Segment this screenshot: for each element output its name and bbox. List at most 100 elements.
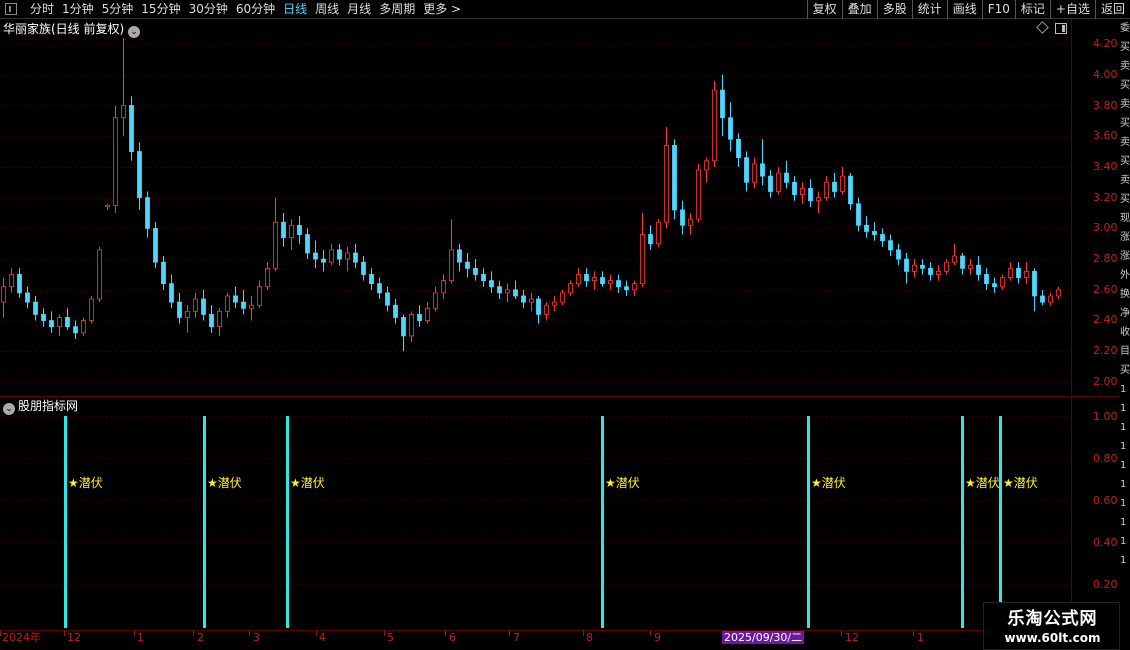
indicator-chart[interactable]	[0, 396, 1072, 630]
candle-body	[640, 234, 645, 285]
candle-body	[864, 224, 869, 232]
candle-body	[457, 249, 462, 263]
candle-body	[1032, 270, 1037, 297]
price-tick: 2.60	[1093, 283, 1118, 296]
quote-panel-char: 1	[1120, 384, 1127, 395]
candle-body	[305, 234, 310, 254]
candle-body	[736, 138, 741, 159]
candle-body	[17, 274, 22, 294]
quote-panel-char: 卖	[1120, 137, 1130, 148]
date-axis: 2024年 12 1 2 3 4 5 6 7 8 9 2025/09/30/二 …	[0, 630, 1072, 650]
candle-body	[728, 117, 733, 140]
candle-body	[584, 274, 589, 282]
quote-panel-char: 净	[1120, 308, 1130, 319]
candle-body	[656, 221, 661, 245]
candle-body	[33, 301, 38, 315]
quote-panel-char: 1	[1120, 460, 1127, 471]
signal-bar	[807, 416, 810, 628]
candle-body	[912, 264, 917, 272]
candle-body	[89, 298, 94, 321]
date-label: 2024年	[2, 631, 41, 644]
quote-panel-char: 涨	[1120, 232, 1130, 243]
candle-body	[752, 163, 757, 183]
candle-body	[9, 274, 14, 288]
signal-label: ★潜伏	[811, 476, 846, 490]
candle-body	[936, 270, 941, 275]
candle-body	[824, 181, 829, 199]
indicator-tick: 1.00	[1093, 410, 1118, 423]
date-label: 2	[197, 631, 204, 644]
date-tick	[841, 630, 842, 636]
candle-body	[449, 249, 454, 281]
quote-panel-char: 1	[1120, 555, 1127, 566]
candlestick-chart[interactable]	[0, 0, 1072, 396]
candle-body	[576, 274, 581, 285]
price-tick: 4.20	[1093, 37, 1118, 50]
candle-body	[497, 286, 502, 294]
candle-body	[369, 274, 374, 285]
candle-body	[353, 252, 358, 263]
signal-label: ★潜伏	[290, 476, 325, 490]
candle-body	[1056, 289, 1061, 297]
candle-body	[113, 117, 118, 206]
signal-label: ★潜伏	[965, 476, 1000, 490]
candle-body	[65, 317, 70, 328]
watermark-title: 乐淘公式网	[1007, 609, 1098, 629]
price-tick: 3.00	[1093, 221, 1118, 234]
date-label: 3	[253, 631, 260, 644]
candle-body	[976, 264, 981, 275]
candle-body	[145, 197, 150, 229]
quote-panel-char: 目	[1120, 346, 1130, 357]
candle-body	[329, 249, 334, 263]
quote-panel-char: 1	[1120, 441, 1127, 452]
candle-body	[137, 151, 142, 199]
candle-body	[313, 252, 318, 260]
quote-panel-char: 买	[1120, 80, 1130, 91]
candle-body	[241, 301, 246, 309]
candle-body	[433, 292, 438, 309]
candle-body	[944, 261, 949, 272]
price-tick: 2.80	[1093, 252, 1118, 265]
candle-body	[1, 286, 6, 303]
candle-body	[321, 258, 326, 263]
candle-body	[560, 292, 565, 303]
quote-panel-char: 涨	[1120, 251, 1130, 262]
candle-body	[816, 197, 821, 202]
candle-body	[1024, 270, 1029, 278]
candle-body	[129, 105, 134, 152]
date-tick	[913, 630, 914, 636]
quote-panel-char: 1	[1120, 517, 1127, 528]
signal-label: ★潜伏	[68, 476, 103, 490]
candle-body	[1016, 267, 1021, 278]
quote-panel-strip[interactable]: 委买卖买卖买卖买卖买现涨涨外换净收目买1111111111	[1120, 19, 1130, 630]
quote-panel-char: 买	[1120, 156, 1130, 167]
candle-body	[265, 267, 270, 288]
date-tick	[316, 630, 317, 636]
candle-body	[552, 301, 557, 306]
quote-panel-char: 1	[1120, 422, 1127, 433]
date-tick	[384, 630, 385, 636]
candle-body	[600, 277, 605, 285]
candle-body	[409, 313, 414, 337]
signal-bar	[64, 416, 67, 628]
price-tick: 2.20	[1093, 344, 1118, 357]
candle-body	[648, 234, 653, 245]
indicator-tick: 0.20	[1093, 578, 1118, 591]
candle-body	[273, 221, 278, 269]
candle-body	[968, 264, 973, 269]
quote-panel-char: 买	[1120, 42, 1130, 53]
candle-body	[361, 261, 366, 275]
candle-body	[345, 252, 350, 260]
candle-body	[568, 283, 573, 294]
cursor-date-badge: 2025/09/30/二	[722, 631, 805, 644]
back-button[interactable]: 返回	[1094, 0, 1130, 19]
date-label: 1	[137, 631, 144, 644]
price-tick: 3.20	[1093, 191, 1118, 204]
candle-body	[952, 255, 957, 263]
date-tick	[583, 630, 584, 636]
date-tick	[445, 630, 446, 636]
quote-panel-char: 外	[1120, 270, 1130, 281]
candle-body	[784, 172, 789, 183]
watermark-url: www.60lt.com	[1004, 631, 1101, 645]
candle-body	[920, 264, 925, 269]
